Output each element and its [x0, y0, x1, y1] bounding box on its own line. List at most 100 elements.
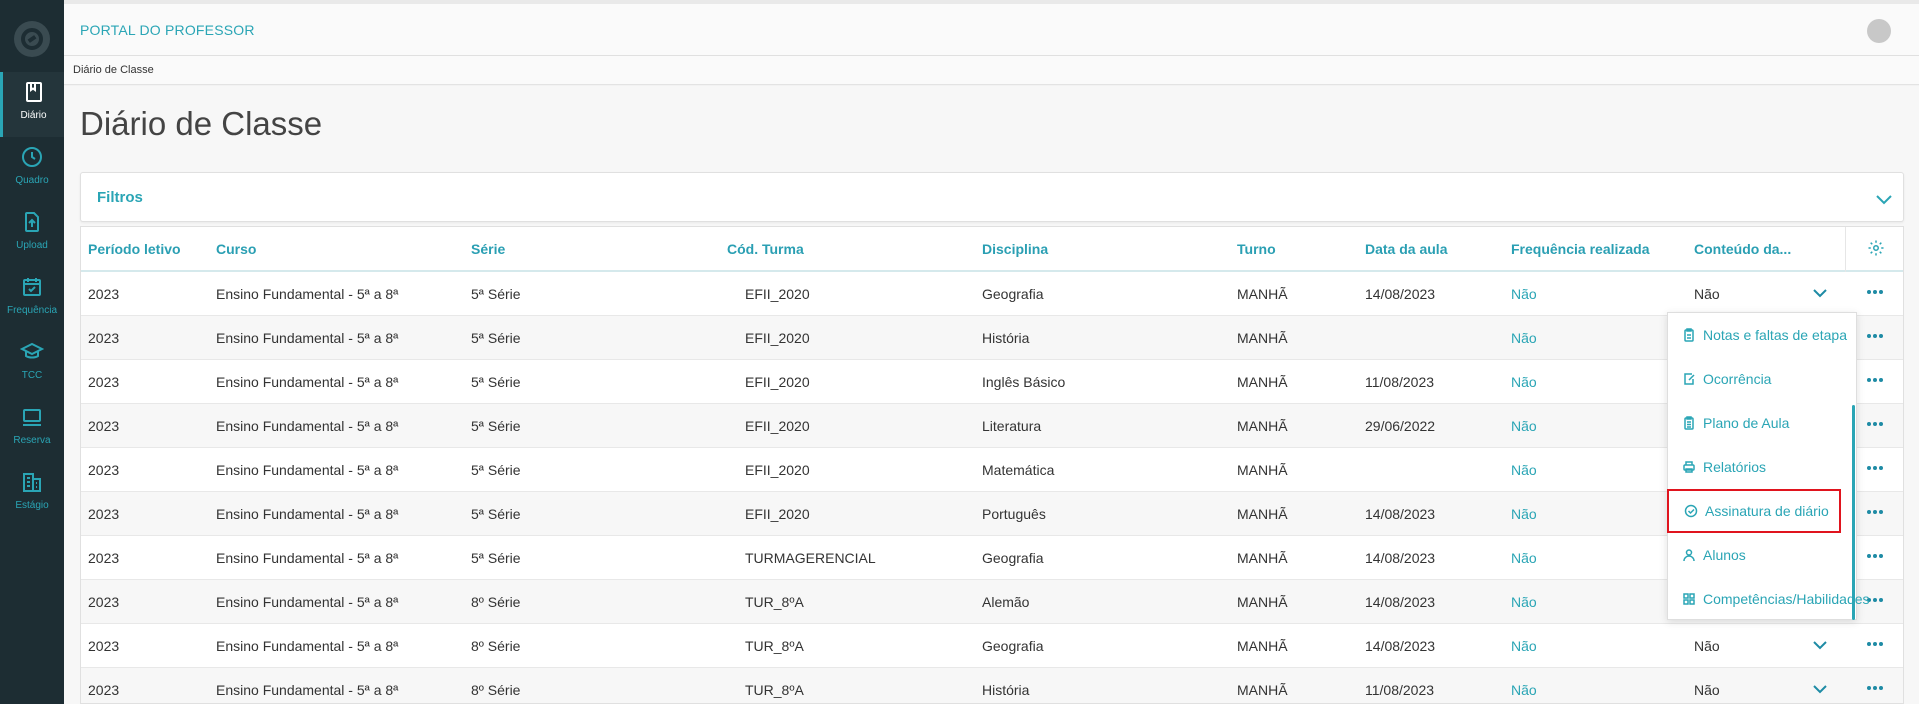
table-row[interactable]: 2023 Ensino Fundamental - 5ª a 8ª 8º Série… — [81, 624, 1903, 668]
cell-frequencia[interactable]: Não — [1511, 330, 1537, 346]
table-row[interactable]: 2023 Ensino Fundamental - 5ª a 8ª 5ª Série… — [81, 360, 1903, 404]
sidebar-item-tcc[interactable]: TCC — [0, 332, 64, 397]
table-row[interactable]: 2023 Ensino Fundamental - 5ª a 8ª 5ª Série… — [81, 492, 1903, 536]
table-row[interactable]: 2023 Ensino Fundamental - 5ª a 8ª 5ª Série… — [81, 316, 1903, 360]
column-header-data-aula[interactable]: Data da aula — [1365, 241, 1447, 257]
sidebar-item-estagio[interactable]: Estágio — [0, 462, 64, 527]
menu-item-competencias[interactable]: Competências/Habilidades — [1668, 577, 1870, 621]
menu-item-plano-aula[interactable]: Plano de Aula — [1668, 401, 1854, 445]
cell-frequencia[interactable]: Não — [1511, 374, 1537, 390]
cell-frequencia[interactable]: Não — [1511, 506, 1537, 522]
more-options-icon[interactable] — [1866, 417, 1884, 431]
cell-cod-turma: EFII_2020 — [745, 506, 810, 522]
menu-item-alunos[interactable]: Alunos — [1668, 533, 1854, 577]
more-options-icon[interactable] — [1866, 549, 1884, 563]
sidebar-item-frequencia[interactable]: Frequência — [0, 267, 64, 332]
cell-curso: Ensino Fundamental - 5ª a 8ª — [216, 638, 399, 654]
table-row[interactable]: 2023 Ensino Fundamental - 5ª a 8ª 5ª Série… — [81, 404, 1903, 448]
cell-periodo: 2023 — [88, 462, 120, 478]
cell-curso: Ensino Fundamental - 5ª a 8ª — [216, 682, 399, 698]
gear-icon[interactable] — [1867, 239, 1885, 257]
chevron-down-icon[interactable] — [1875, 193, 1893, 205]
table-row[interactable]: 2023 Ensino Fundamental - 5ª a 8ª 5ª Série… — [81, 272, 1903, 316]
sidebar-item-upload[interactable]: Upload — [0, 202, 64, 267]
menu-item-label: Notas e faltas de etapa — [1703, 327, 1847, 343]
column-header-periodo[interactable]: Período letivo — [88, 241, 181, 257]
cell-cod-turma: TUR_8ºA — [745, 638, 804, 654]
check-circle-icon — [1684, 504, 1698, 518]
page-title: Diário de Classe — [80, 105, 323, 142]
cell-turno: MANHÃ — [1237, 374, 1288, 390]
cell-curso: Ensino Fundamental - 5ª a 8ª — [216, 594, 399, 610]
building-icon — [23, 473, 41, 492]
more-options-icon[interactable] — [1866, 681, 1884, 695]
cell-cod-turma: EFII_2020 — [745, 462, 810, 478]
more-options-icon[interactable] — [1866, 637, 1884, 651]
cell-frequencia[interactable]: Não — [1511, 462, 1537, 478]
menu-item-ocorrencia[interactable]: Ocorrência — [1668, 357, 1854, 401]
sidebar-item-quadro[interactable]: Quadro — [0, 137, 64, 202]
chevron-down-icon[interactable] — [1812, 683, 1828, 695]
more-options-icon[interactable] — [1866, 505, 1884, 519]
column-header-disciplina[interactable]: Disciplina — [982, 241, 1048, 257]
table-row[interactable]: 2023 Ensino Fundamental - 5ª a 8ª 5ª Série… — [81, 448, 1903, 492]
column-header-cod-turma[interactable]: Cód. Turma — [727, 241, 804, 257]
more-options-icon[interactable] — [1866, 373, 1884, 387]
sidebar-item-diario[interactable]: Diário — [0, 72, 64, 137]
cell-curso: Ensino Fundamental - 5ª a 8ª — [216, 374, 399, 390]
cell-data-aula: 11/08/2023 — [1365, 682, 1435, 698]
menu-item-assinatura-diario[interactable]: Assinatura de diário — [1667, 489, 1841, 533]
cell-curso: Ensino Fundamental - 5ª a 8ª — [216, 418, 399, 434]
cell-periodo: 2023 — [88, 506, 120, 522]
row-actions-menu: Notas e faltas de etapa Ocorrência Plano… — [1667, 312, 1870, 621]
more-options-icon[interactable] — [1866, 461, 1884, 475]
sidebar-item-reserva[interactable]: Reserva — [0, 397, 64, 462]
table-row[interactable]: 2023 Ensino Fundamental - 5ª a 8ª 8º Série… — [81, 668, 1903, 703]
cell-frequencia[interactable]: Não — [1511, 550, 1537, 566]
chevron-down-icon[interactable] — [1812, 287, 1828, 299]
cell-frequencia[interactable]: Não — [1511, 418, 1537, 434]
column-header-serie[interactable]: Série — [471, 241, 505, 257]
cell-turno: MANHÃ — [1237, 594, 1288, 610]
menu-item-label: Plano de Aula — [1703, 415, 1790, 431]
top-header: PORTAL DO PROFESSOR — [64, 0, 1919, 56]
menu-item-notas-faltas[interactable]: Notas e faltas de etapa — [1668, 313, 1854, 357]
menu-item-relatorios[interactable]: Relatórios — [1668, 445, 1854, 489]
cell-curso: Ensino Fundamental - 5ª a 8ª — [216, 550, 399, 566]
printer-icon — [1683, 461, 1695, 473]
chevron-down-icon[interactable] — [1812, 639, 1828, 651]
more-options-icon[interactable] — [1866, 329, 1884, 343]
clock-icon — [22, 147, 42, 167]
cell-frequencia[interactable]: Não — [1511, 682, 1537, 698]
cell-turno: MANHÃ — [1237, 682, 1288, 698]
menu-scrollbar[interactable] — [1852, 405, 1855, 620]
column-header-frequencia[interactable]: Frequência realizada — [1511, 241, 1650, 257]
table-row[interactable]: 2023 Ensino Fundamental - 5ª a 8ª 5ª Série… — [81, 536, 1903, 580]
cell-turno: MANHÃ — [1237, 330, 1288, 346]
cell-frequencia[interactable]: Não — [1511, 594, 1537, 610]
column-header-curso[interactable]: Curso — [216, 241, 256, 257]
cell-frequencia[interactable]: Não — [1511, 286, 1537, 302]
column-header-conteudo[interactable]: Conteúdo da... — [1694, 241, 1791, 257]
cell-data-aula: 14/08/2023 — [1365, 550, 1436, 566]
cell-serie: 5ª Série — [471, 506, 521, 522]
cell-data-aula: 11/08/2023 — [1365, 374, 1435, 390]
cell-periodo: 2023 — [88, 682, 120, 698]
sidebar-item-label: Reserva — [13, 435, 51, 446]
cell-cod-turma: EFII_2020 — [745, 286, 810, 302]
table-row[interactable]: 2023 Ensino Fundamental - 5ª a 8ª 8º Série… — [81, 580, 1903, 624]
breadcrumb[interactable]: Diário de Classe — [73, 64, 154, 76]
cell-periodo: 2023 — [88, 418, 120, 434]
more-options-icon[interactable] — [1866, 285, 1884, 299]
avatar[interactable] — [1867, 19, 1891, 43]
column-header-turno[interactable]: Turno — [1237, 241, 1276, 257]
calendar-check-icon — [23, 278, 41, 296]
cell-disciplina: Geografia — [982, 286, 1044, 302]
cell-cod-turma: EFII_2020 — [745, 418, 810, 434]
cell-serie: 5ª Série — [471, 330, 521, 346]
filters-panel[interactable]: Filtros — [80, 172, 1904, 222]
header-divider — [1845, 227, 1846, 272]
cell-frequencia[interactable]: Não — [1511, 638, 1537, 654]
cell-serie: 5ª Série — [471, 550, 521, 566]
cell-cod-turma: TURMAGERENCIAL — [745, 550, 876, 566]
